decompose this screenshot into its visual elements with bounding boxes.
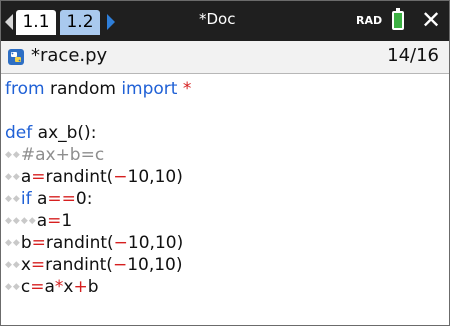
code-token: randint( [45,167,114,187]
code-token: = [31,167,46,187]
code-token: * [182,79,192,99]
code-line[interactable]: from random import * [5,78,191,100]
code-line[interactable]: ◆◆#ax+b=c [5,144,104,166]
code-line[interactable]: def ax_b(): [5,122,96,144]
indent-marker: ◆◆ [5,238,21,248]
code-token: 10,10) [127,233,184,253]
code-token: b [20,233,32,253]
tab-bar: 1.1 1.2 *Doc RAD ✕ [1,1,449,41]
code-token: 1 [61,211,73,231]
code-token: − [112,255,128,275]
code-token: 0: [75,189,93,209]
code-token: = [30,277,45,297]
code-token: if [20,189,32,209]
editor-header: *race.py 14/16 [1,41,449,74]
document-title: *Doc [199,10,236,28]
code-line[interactable]: ◆◆c=a*x+b [5,276,98,298]
code-editor[interactable]: from random import * def ax_b(): ◆◆#ax+b=c… [1,74,449,325]
indent-marker: ◆◆ [5,150,21,160]
triangle-right-icon[interactable] [107,14,115,30]
battery-icon [392,11,404,30]
code-token: == [47,189,76,209]
code-token: b [87,277,99,297]
file-name: *race.py [31,45,108,66]
code-line[interactable]: ◆◆a=randint(−10,10) [5,166,183,188]
python-file-icon [8,49,24,65]
code-line[interactable]: ◆◆◆◆a=1 [5,210,72,232]
indent-marker: ◆◆ [5,172,21,182]
code-token: 10,10) [127,167,183,187]
code-token: − [113,233,128,253]
close-icon[interactable]: ✕ [421,8,441,32]
code-token: def [5,123,33,143]
code-token: 10,10) [127,255,183,275]
code-line[interactable]: ◆◆x=randint(−10,10) [5,254,183,276]
code-token: import [121,79,178,99]
code-line[interactable]: ◆◆b=randint(−10,10) [5,232,183,254]
code-token: − [113,167,128,187]
code-token: a [36,211,48,231]
code-token: x [20,255,31,275]
code-token: c [20,277,31,297]
line-position: 14/16 [387,45,439,66]
code-token: random [44,79,122,99]
code-token: a [44,277,55,297]
tab-1-2[interactable]: 1.2 [60,10,100,35]
code-token: #ax+b=c [20,145,105,165]
code-token: x [63,277,74,297]
tab-1-1[interactable]: 1.1 [16,10,56,35]
code-token: randint( [45,233,114,253]
code-token: from [5,79,45,99]
code-token: randint( [45,255,113,275]
indent-marker: ◆◆ [5,260,21,270]
indent-marker: ◆◆ [5,282,21,292]
triangle-left-icon[interactable] [5,14,13,30]
code-token: a [31,189,48,209]
code-token: = [30,255,46,275]
code-token: = [31,233,46,253]
code-token: a [20,167,32,187]
code-line[interactable]: ◆◆if a==0: [5,188,92,210]
indent-marker: ◆◆ [5,194,21,204]
code-token: ax_b(): [32,123,97,143]
angle-mode-indicator: RAD [356,14,383,27]
code-token: = [47,211,62,231]
indent-marker: ◆◆◆◆ [5,216,37,226]
calculator-window: 1.1 1.2 *Doc RAD ✕ *race.py 14/16 from r… [0,0,450,326]
code-token: + [73,277,88,297]
